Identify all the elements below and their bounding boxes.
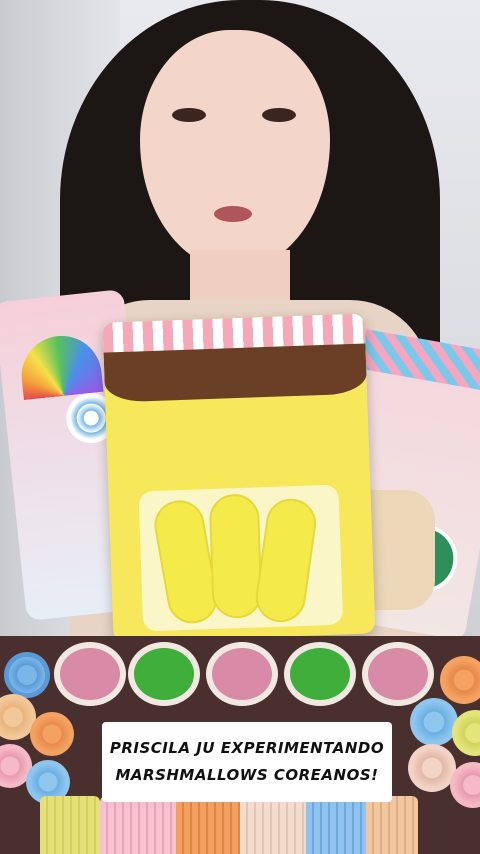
candy-roll xyxy=(408,744,456,792)
candy-bowl xyxy=(54,642,126,706)
candy-strip xyxy=(40,796,100,854)
candy-strip xyxy=(176,796,240,854)
candy-roll xyxy=(410,698,458,746)
candy-strip xyxy=(100,796,176,854)
caption-text: PRISCILA JU EXPERIMENTANDO MARSHMALLOWS … xyxy=(110,735,384,789)
banana-marshmallow-pack xyxy=(102,313,376,636)
right-eye xyxy=(262,108,296,122)
candy-bowl xyxy=(284,642,356,706)
video-frame xyxy=(0,0,480,636)
left-eye xyxy=(172,108,206,122)
video-caption: PRISCILA JU EXPERIMENTANDO MARSHMALLOWS … xyxy=(102,722,392,802)
mouth xyxy=(214,206,252,222)
chocolate-drip xyxy=(103,343,368,403)
candy-roll xyxy=(30,712,74,756)
candy-roll xyxy=(4,652,50,698)
candy-strip xyxy=(366,796,418,854)
candy-bowl xyxy=(206,642,278,706)
candy-bowl xyxy=(128,642,200,706)
candy-roll xyxy=(440,656,480,704)
pack-window xyxy=(138,484,344,632)
caption-line-2: MARSHMALLOWS COREANOS! xyxy=(115,766,379,784)
rainbow-icon xyxy=(17,331,104,401)
caption-line-1: PRISCILA JU EXPERIMENTANDO xyxy=(109,739,385,757)
candy-strip xyxy=(240,796,306,854)
banana-marshmallow xyxy=(208,493,263,619)
candy-bowl xyxy=(362,642,434,706)
banana-marshmallow xyxy=(252,495,320,626)
pack-stripes xyxy=(359,329,480,395)
candy-strip xyxy=(306,796,366,854)
